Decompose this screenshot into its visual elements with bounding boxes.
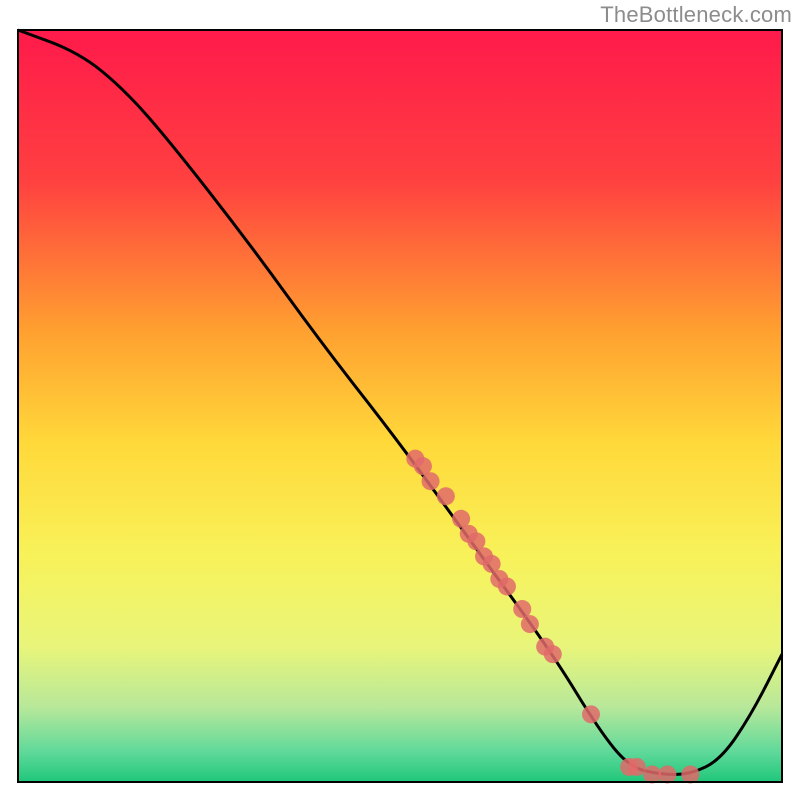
bottleneck-chart (0, 0, 800, 800)
data-point (544, 645, 562, 663)
data-point (422, 472, 440, 490)
data-point (628, 758, 646, 776)
chart-container: TheBottleneck.com (0, 0, 800, 800)
data-point (681, 765, 699, 783)
data-point (498, 577, 516, 595)
attribution-label: TheBottleneck.com (600, 2, 792, 28)
data-point (582, 705, 600, 723)
data-point (437, 487, 455, 505)
data-point (658, 765, 676, 783)
chart-background (18, 30, 782, 782)
data-point (521, 615, 539, 633)
